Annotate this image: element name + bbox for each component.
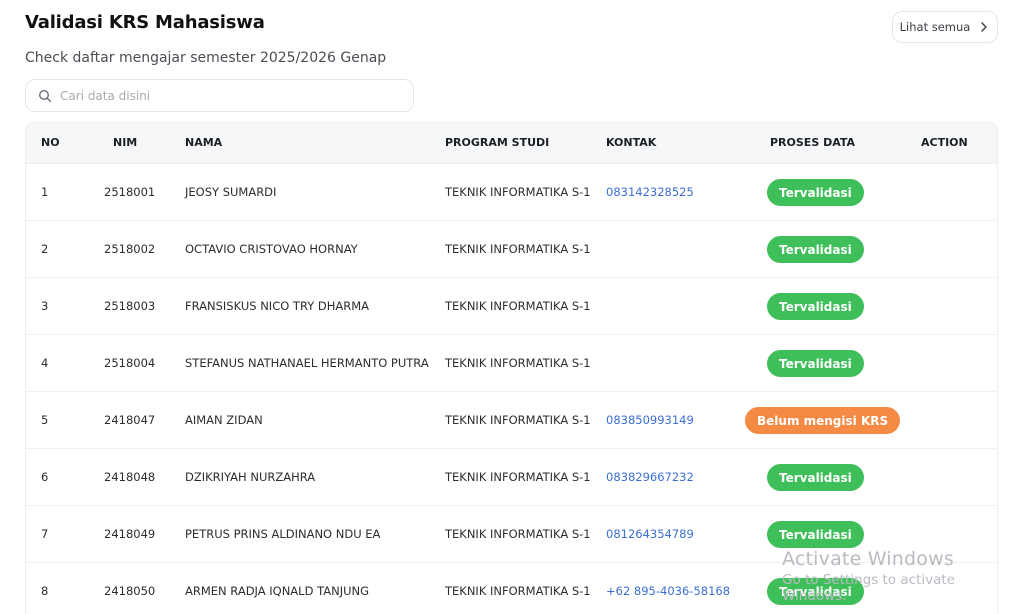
status-badge: Tervalidasi: [767, 521, 864, 548]
cell-no: 3: [41, 299, 49, 313]
cell-no: 2: [41, 242, 49, 256]
status-badge: Tervalidasi: [767, 350, 864, 377]
cell-nim: 2518002: [104, 242, 156, 256]
col-action: ACTION: [921, 136, 968, 149]
cell-kontak-link[interactable]: 083850993149: [606, 413, 694, 427]
table-row: 4 2518004 STEFANUS NATHANAEL HERMANTO PU…: [26, 335, 997, 392]
search-input[interactable]: [60, 88, 390, 103]
table-row: 1 2518001 JEOSY SUMARDI TEKNIK INFORMATI…: [26, 164, 997, 221]
cell-nim: 2418047: [104, 413, 156, 427]
cell-no: 6: [41, 470, 49, 484]
cell-program-studi: TEKNIK INFORMATIKA S-1: [445, 470, 591, 484]
status-badge: Belum mengisi KRS: [745, 407, 901, 434]
cell-program-studi: TEKNIK INFORMATIKA S-1: [445, 356, 591, 370]
cell-nim: 2418048: [104, 470, 156, 484]
table-header: NO NIM NAMA PROGRAM STUDI KONTAK PROSES …: [26, 123, 997, 164]
table-row: 3 2518003 FRANSISKUS NICO TRY DHARMA TEK…: [26, 278, 997, 335]
cell-nama: ARMEN RADJA IQNALD TANJUNG: [185, 584, 370, 598]
cell-kontak-link[interactable]: 081264354789: [606, 527, 694, 541]
col-proses-data: PROSES DATA: [770, 136, 856, 149]
col-nim: NIM: [113, 136, 138, 149]
col-program-studi: PROGRAM STUDI: [445, 136, 550, 149]
cell-nim: 2418050: [104, 584, 156, 598]
table-row: 2 2518002 OCTAVIO CRISTOVAO HORNAY TEKNI…: [26, 221, 997, 278]
cell-kontak-link[interactable]: 083829667232: [606, 470, 694, 484]
cell-program-studi: TEKNIK INFORMATIKA S-1: [445, 413, 591, 427]
cell-nama: DZIKRIYAH NURZAHRA: [185, 470, 316, 484]
cell-nim: 2418049: [104, 527, 156, 541]
cell-no: 4: [41, 356, 49, 370]
search-icon: [38, 89, 52, 102]
cell-program-studi: TEKNIK INFORMATIKA S-1: [445, 584, 591, 598]
cell-program-studi: TEKNIK INFORMATIKA S-1: [445, 242, 591, 256]
col-no: NO: [41, 136, 60, 149]
table-row: 7 2418049 PETRUS PRINS ALDINANO NDU EA T…: [26, 506, 997, 563]
see-all-label: Lihat semua: [899, 20, 971, 34]
table-row: 5 2418047 AIMAN ZIDAN TEKNIK INFORMATIKA…: [26, 392, 997, 449]
cell-program-studi: TEKNIK INFORMATIKA S-1: [445, 527, 591, 541]
cell-nim: 2518003: [104, 299, 156, 313]
status-badge: Tervalidasi: [767, 464, 864, 491]
cell-no: 8: [41, 584, 49, 598]
cell-nama: STEFANUS NATHANAEL HERMANTO PUTRA: [185, 356, 429, 370]
col-kontak: KONTAK: [606, 136, 657, 149]
col-nama: NAMA: [185, 136, 223, 149]
status-badge: Tervalidasi: [767, 236, 864, 263]
cell-kontak-link[interactable]: +62 895-4036-58168: [606, 584, 730, 598]
cell-nama: JEOSY SUMARDI: [185, 185, 277, 199]
cell-kontak-link[interactable]: 083142328525: [606, 185, 694, 199]
status-badge: Tervalidasi: [767, 293, 864, 320]
cell-no: 5: [41, 413, 49, 427]
cell-nama: OCTAVIO CRISTOVAO HORNAY: [185, 242, 358, 256]
cell-nama: FRANSISKUS NICO TRY DHARMA: [185, 299, 370, 313]
cell-program-studi: TEKNIK INFORMATIKA S-1: [445, 185, 591, 199]
search-box[interactable]: [25, 79, 414, 112]
cell-no: 7: [41, 527, 49, 541]
see-all-button[interactable]: Lihat semua: [892, 11, 998, 43]
page-title: Validasi KRS Mahasiswa: [25, 12, 265, 33]
status-badge: Tervalidasi: [767, 578, 864, 605]
page: Validasi KRS Mahasiswa Check daftar meng…: [0, 0, 1021, 614]
table-row: 8 2418050 ARMEN RADJA IQNALD TANJUNG TEK…: [26, 563, 997, 614]
table-row: 6 2418048 DZIKRIYAH NURZAHRA TEKNIK INFO…: [26, 449, 997, 506]
cell-nama: AIMAN ZIDAN: [185, 413, 263, 427]
status-badge: Tervalidasi: [767, 179, 864, 206]
cell-nim: 2518004: [104, 356, 156, 370]
cell-nim: 2518001: [104, 185, 156, 199]
krs-table: NO NIM NAMA PROGRAM STUDI KONTAK PROSES …: [25, 122, 998, 614]
cell-nama: PETRUS PRINS ALDINANO NDU EA: [185, 527, 381, 541]
cell-no: 1: [41, 185, 49, 199]
page-subtitle: Check daftar mengajar semester 2025/2026…: [25, 50, 387, 66]
chevron-right-icon: [981, 22, 988, 32]
cell-program-studi: TEKNIK INFORMATIKA S-1: [445, 299, 591, 313]
